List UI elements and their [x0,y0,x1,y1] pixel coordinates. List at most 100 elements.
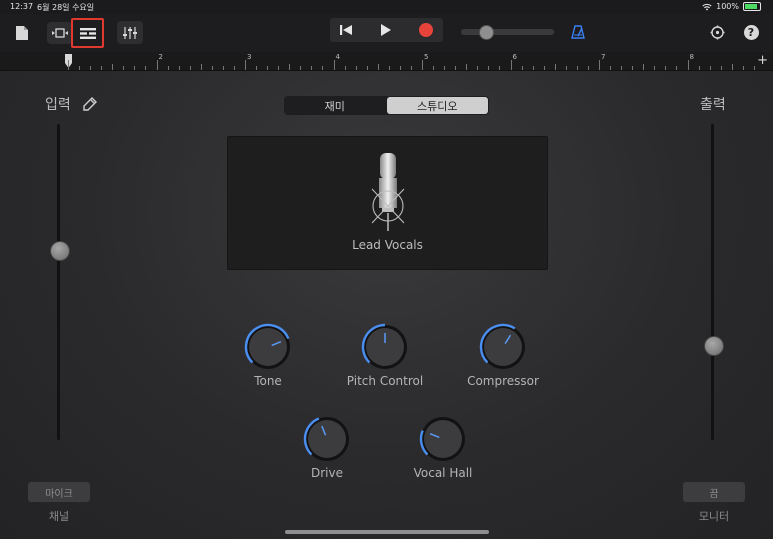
ruler-tick [444,66,446,70]
ruler-tick [377,64,379,70]
microphone-icon [371,153,405,231]
ruler-tick [79,66,81,70]
ruler-tick [521,66,523,70]
knob-label: Tone [254,374,282,388]
ruler-bar-number: 5 [424,53,429,61]
ruler-tick [333,60,335,70]
ruler-tick [68,60,69,70]
ruler-tick [388,66,390,70]
ruler-tick [510,60,512,70]
monitor-caption: 모니터 [698,510,730,523]
ruler-tick [344,66,346,70]
document-icon[interactable] [12,22,32,44]
knob-drive[interactable]: Drive [282,414,372,484]
ruler-bar-number: 2 [158,53,163,61]
ruler-tick [167,66,169,70]
ruler-tick [698,66,700,70]
smart-controls-icon [79,27,96,39]
knob-vocal-hall[interactable]: Vocal Hall [398,414,488,484]
ruler-tick [112,64,114,70]
input-slider[interactable] [57,124,60,440]
volume-slider-knob[interactable] [479,25,494,40]
ruler-tick [300,66,302,70]
ruler-tick [178,66,180,70]
ruler-tick [632,66,634,70]
instrument-name: Lead Vocals [352,238,423,252]
ruler-tick [322,66,324,70]
ruler-tick [554,64,556,70]
ruler-tick [499,66,501,70]
ruler-tick [366,66,368,70]
help-icon[interactable]: ? [740,21,762,43]
knob-label: Pitch Control [346,374,424,388]
ruler-tick [742,66,744,70]
knob-tone[interactable]: Tone [223,322,313,392]
rewind-icon[interactable] [334,20,358,40]
ruler-tick [134,66,136,70]
output-slider[interactable] [711,124,714,440]
ruler-tick [278,66,280,70]
ruler-tick [621,66,623,70]
input-label: 입력 [45,97,71,113]
record-icon[interactable] [414,20,438,40]
smart-controls-button[interactable] [71,18,104,48]
ruler-tick [289,64,291,70]
knob-pitch-control[interactable]: Pitch Control [340,322,430,392]
ruler-tick [422,60,423,70]
ruler-tick [687,60,689,70]
status-right: 100% [702,2,761,11]
ruler-tick [477,66,479,70]
metronome-icon[interactable] [567,21,589,43]
battery-icon [743,2,761,11]
ruler-tick [753,66,755,70]
toolbar: ? [0,14,773,52]
ruler-tick [311,66,313,70]
ruler-tick [222,66,224,70]
input-channel-button[interactable]: 마이크 [28,482,90,502]
monitor-toggle-button[interactable]: 끔 [683,482,745,502]
ruler-tick [145,66,147,70]
ruler-tick [532,66,534,70]
ruler-tick [676,66,678,70]
ruler-tick [543,66,545,70]
input-channel-caption: 채널 [48,510,70,523]
ruler-bar-number: 7 [601,53,606,61]
ruler-tick [399,66,401,70]
tracks-view-icon[interactable] [47,22,73,44]
tab-fun[interactable]: 재미 [284,96,386,115]
add-section-icon[interactable]: + [757,53,768,68]
ruler-tick [576,66,578,70]
ruler-tick [256,66,258,70]
ruler-tick [610,66,612,70]
ruler-tick [245,60,246,70]
volume-slider[interactable] [461,25,554,40]
ruler-tick [200,64,202,70]
settings-icon[interactable] [706,21,728,43]
ruler-bar-number: 6 [512,53,517,61]
knob-label: Drive [311,466,343,480]
input-settings-icon[interactable] [82,96,98,112]
ruler-bar-number: 8 [689,53,694,61]
ruler-tick [643,64,645,70]
status-time: 12:37 [10,2,34,11]
ruler-tick [466,64,468,70]
ruler-tick [101,66,103,70]
ruler-tick [654,66,656,70]
tab-studio[interactable]: 스튜디오 [386,97,488,114]
ruler-tick [90,66,92,70]
timeline-ruler[interactable]: 2 3 4 5 6 7 8 + [0,52,773,71]
play-icon[interactable] [374,20,398,40]
knob-compressor[interactable]: Compressor [458,322,548,392]
ruler-tick [355,66,357,70]
ruler-tick [233,66,235,70]
ruler-bar-number: 3 [247,53,252,61]
ruler-tick [410,66,412,70]
output-label: 출력 [700,97,726,113]
mixer-icon[interactable] [117,21,143,44]
ruler-tick [123,66,125,70]
ruler-tick [189,66,191,70]
instrument-selector[interactable]: Lead Vocals [227,136,548,270]
ruler-tick [267,66,269,70]
ruler-bar-number: 4 [335,53,340,61]
ruler-tick [709,66,711,70]
